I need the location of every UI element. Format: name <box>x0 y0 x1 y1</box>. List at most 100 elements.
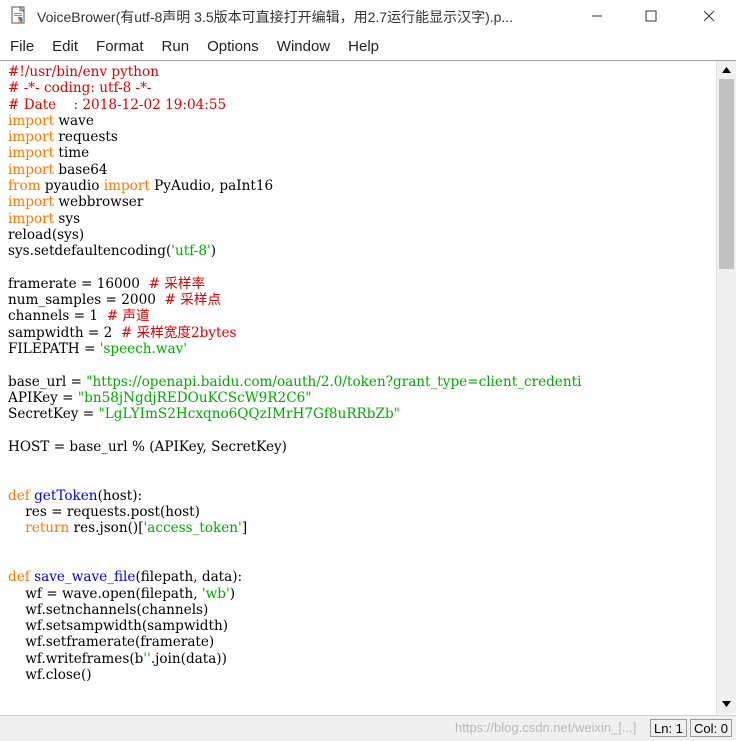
watermark-text: https://blog.csdn.net/weixin_[...] <box>455 720 637 735</box>
code-token-string: '' <box>143 650 151 667</box>
code-editor[interactable]: #!/usr/bin/env python # -*- coding: utf-8… <box>8 64 708 712</box>
code-line: import sys <box>8 211 708 227</box>
code-token-plain: wf.setsampwidth(sampwidth) <box>8 618 229 635</box>
code-line: wf.writeframes(b''.join(data)) <box>8 651 708 667</box>
maximize-icon <box>645 10 657 22</box>
code-line: # Date : 2018-12-02 19:04:55 <box>8 97 708 113</box>
minimize-icon <box>592 15 602 17</box>
code-token-plain: (host): <box>97 487 143 504</box>
code-token-comment: # 采样率 <box>148 275 206 292</box>
menu-options[interactable]: Options <box>197 34 265 60</box>
code-token-plain: sampwidth = 2 <box>8 324 121 341</box>
code-token-plain: num_samples = 2000 <box>8 292 165 309</box>
close-icon <box>703 10 715 22</box>
scroll-thumb[interactable] <box>719 79 734 269</box>
code-token-keyword: def <box>8 569 30 586</box>
code-token-comment: #!/usr/bin/env python <box>8 64 159 80</box>
code-token-string: "https://openapi.baidu.com/oauth/2.0/tok… <box>86 373 582 390</box>
code-token-plain: res = requests.post(host) <box>8 504 200 521</box>
code-token-keyword: import <box>8 210 55 227</box>
code-line: def getToken(host): <box>8 488 708 504</box>
code-line: from pyaudio import PyAudio, paInt16 <box>8 178 708 194</box>
minimize-button[interactable] <box>574 0 620 32</box>
code-line: return res.json()['access_token'] <box>8 520 708 536</box>
code-token-comment: # -*- coding: utf-8 -*- <box>8 80 152 97</box>
code-token-plain: wf.writeframes(b <box>8 650 144 667</box>
code-line: wf.setnchannels(channels) <box>8 602 708 618</box>
code-token-plain: wf = wave.open(filepath, <box>8 585 202 602</box>
code-line: wf.setframerate(framerate) <box>8 634 708 650</box>
code-line: framerate = 16000 # 采样率 <box>8 276 708 292</box>
code-line: wf = wave.open(filepath, 'wb') <box>8 586 708 602</box>
code-token-string: "bn58jNgdjREDOuKCScW9R2C6" <box>77 389 312 406</box>
menu-format[interactable]: Format <box>86 34 150 60</box>
code-line: import webbrowser <box>8 194 708 210</box>
code-token-keyword: import <box>8 145 55 162</box>
title-bar: VoiceBrower(有utf-8声明 3.5版本可直接打开编辑，用2.7运行… <box>0 0 736 32</box>
code-token-plain: pyaudio <box>40 178 104 195</box>
menu-window[interactable]: Window <box>267 34 336 60</box>
code-line: import base64 <box>8 162 708 178</box>
code-line: base_url = "https://openapi.baidu.com/oa… <box>8 374 708 390</box>
code-token-plain: time <box>54 145 90 162</box>
maximize-button[interactable] <box>628 0 674 32</box>
code-token-plain: ] <box>241 520 248 537</box>
code-token-plain: channels = 1 <box>8 308 107 325</box>
scroll-down-button[interactable] <box>717 695 736 712</box>
code-token-keyword: import <box>8 129 55 146</box>
code-line: sampwidth = 2 # 采样宽度2bytes <box>8 325 708 341</box>
code-line: APIKey = "bn58jNgdjREDOuKCScW9R2C6" <box>8 390 708 406</box>
code-token-plain: reload(sys) <box>8 226 85 243</box>
menu-edit[interactable]: Edit <box>42 34 84 60</box>
code-token-plain: ) <box>210 243 217 260</box>
code-line: FILEPATH = 'speech.wav' <box>8 341 708 357</box>
code-token-plain: (filepath, data): <box>135 569 243 586</box>
code-token-comment: # Date : 2018-12-02 19:04:55 <box>8 96 227 113</box>
code-line: sys.setdefaultencoding('utf-8') <box>8 243 708 259</box>
code-token-keyword: return <box>25 520 70 537</box>
editor-area[interactable]: #!/usr/bin/env python # -*- coding: utf-8… <box>0 60 736 715</box>
code-token-string: "LgLYImS2Hcxqno6QQzIMrH7Gf8uRRbZb" <box>98 406 400 423</box>
code-token-plain: wf.close() <box>8 666 92 683</box>
code-token-plain: PyAudio, paInt16 <box>149 178 274 195</box>
code-line: #!/usr/bin/env python <box>8 64 708 80</box>
menu-file[interactable]: File <box>0 34 40 60</box>
code-token-plain: .join(data)) <box>150 650 227 667</box>
scroll-down-arrow-icon <box>722 700 731 707</box>
line-indicator: Ln: 1 <box>650 719 687 737</box>
idle-file-icon <box>11 6 25 24</box>
code-token-plain: ) <box>229 585 236 602</box>
code-token-keyword: def <box>8 487 30 504</box>
code-token-plain: wave <box>54 112 94 129</box>
scroll-up-button[interactable] <box>717 61 736 78</box>
code-token-string: 'utf-8' <box>171 243 211 260</box>
code-token-keyword: import <box>8 161 55 178</box>
vertical-scrollbar[interactable] <box>716 61 736 714</box>
code-token-comment: # 声道 <box>106 308 150 325</box>
code-line: channels = 1 # 声道 <box>8 308 708 324</box>
code-token-plain: FILEPATH = <box>8 341 100 358</box>
status-bar: https://blog.csdn.net/weixin_[...] Ln: 1… <box>0 715 736 741</box>
code-line: res = requests.post(host) <box>8 504 708 520</box>
code-token-keyword: import <box>103 178 150 195</box>
menu-help[interactable]: Help <box>338 34 385 60</box>
code-line: reload(sys) <box>8 227 708 243</box>
code-token-plain: sys <box>54 210 81 227</box>
code-token-plain: wf.setnchannels(channels) <box>8 601 209 618</box>
code-token-plain: res.json()[ <box>69 520 144 537</box>
code-token-plain: APIKey = <box>8 389 78 406</box>
code-token-plain: requests <box>54 129 118 146</box>
code-token-plain: webbrowser <box>54 194 144 211</box>
code-line: HOST = base_url % (APIKey, SecretKey) <box>8 439 708 455</box>
menu-run[interactable]: Run <box>152 34 196 60</box>
code-line: import time <box>8 145 708 161</box>
close-button[interactable] <box>686 0 732 32</box>
code-token-plain: wf.setframerate(framerate) <box>8 634 215 651</box>
code-token-plain: HOST = base_url % (APIKey, SecretKey) <box>8 438 287 455</box>
